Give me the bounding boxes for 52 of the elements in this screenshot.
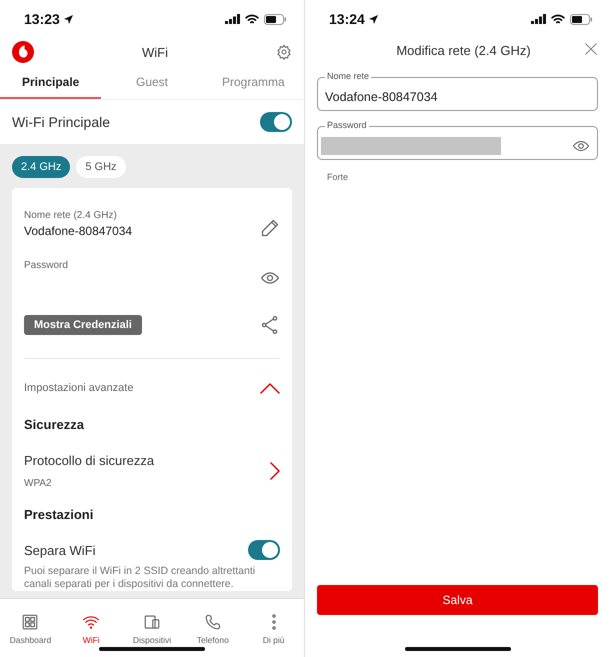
settings-icon[interactable]	[276, 44, 292, 60]
text-field[interactable]: Nome rete Vodafone-80847034	[317, 70, 598, 111]
devices-icon	[142, 613, 162, 631]
nav-item[interactable]: Di più	[243, 599, 304, 657]
field-label: Nome rete (2.4 GHz)	[24, 210, 118, 221]
show-credentials-button[interactable]: Mostra Credenziali	[24, 315, 142, 335]
close-button[interactable]	[584, 42, 598, 56]
setting-label: Separa WiFi	[24, 542, 96, 558]
toggle-switch[interactable]	[248, 540, 280, 560]
status-time: 13:24	[329, 11, 365, 27]
band-chip[interactable]: 5 GHz	[76, 156, 126, 178]
screen-title: Modifica rete (2.4 GHz)	[396, 42, 531, 58]
tab[interactable]: Principale	[0, 66, 102, 99]
save-button[interactable]: Salva	[317, 585, 598, 615]
status-time: 13:23	[24, 11, 60, 27]
setting-label: Protocollo di sicurezza	[24, 453, 154, 468]
nav-item[interactable]: Telefono	[182, 599, 244, 657]
edit-icon[interactable]	[260, 218, 280, 238]
logo-icon	[12, 41, 34, 63]
screen-title: WiFi	[142, 44, 168, 60]
password-field[interactable]: Password	[317, 119, 598, 160]
field-label: Password	[24, 260, 68, 271]
close-icon	[584, 42, 598, 56]
chevron-icon[interactable]	[260, 382, 280, 394]
dashboard-icon	[21, 613, 40, 631]
toggle-switch[interactable]	[260, 112, 292, 132]
battery-icon	[570, 14, 592, 24]
more-icon	[270, 613, 277, 631]
section-heading: Prestazioni	[24, 507, 94, 522]
nav-item[interactable]: Dashboard	[0, 599, 61, 657]
battery-icon	[264, 14, 286, 24]
chevron-right-icon[interactable]	[270, 462, 280, 480]
setting-label: Wi-Fi Principale	[12, 114, 110, 130]
tab[interactable]: Guest	[101, 66, 203, 99]
wifi-signal-icon	[551, 14, 565, 24]
nav-item[interactable]: Dispositivi	[122, 599, 182, 657]
phone-icon	[204, 613, 222, 631]
nav-item[interactable]: WiFi	[60, 599, 122, 657]
setting-value: WPA2	[24, 478, 53, 489]
location-icon	[368, 14, 378, 24]
setting-description: Puoi separare il WiFi in 2 SSID creando altrettanti canali separati per i dispositivi da connettere.	[24, 565, 256, 591]
section-toggle-label: Impostazioni avanzate	[24, 382, 134, 394]
strength-label: Forte	[327, 172, 350, 182]
section-heading: Sicurezza	[24, 417, 85, 432]
tab[interactable]: Programma	[202, 66, 304, 99]
band-chip[interactable]: 2.4 GHz	[12, 156, 70, 178]
signal-icon	[531, 14, 546, 24]
location-icon	[64, 14, 73, 24]
share-icon[interactable]	[260, 314, 280, 336]
network-name: Vodafone-80847034	[24, 224, 132, 238]
wifi-signal-icon	[245, 14, 259, 24]
signal-icon	[225, 14, 240, 24]
